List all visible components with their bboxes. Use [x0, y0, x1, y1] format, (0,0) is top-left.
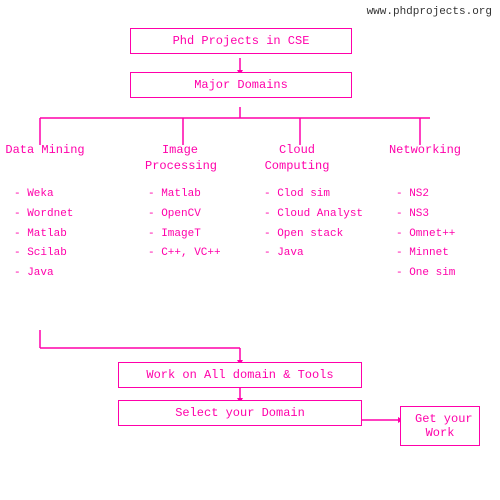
item-cloud-analyst: Cloud Analyst	[264, 205, 363, 225]
sublist-networking: NS2 NS3 Omnet++ Minnet One sim	[396, 185, 455, 284]
item-cpp: C++, VC++	[148, 244, 221, 264]
domain-data-mining: Data Mining	[5, 143, 85, 159]
sublist-image-processing: Matlab OpenCV ImageT C++, VC++	[148, 185, 221, 264]
item-wordnet: Wordnet	[14, 205, 73, 225]
major-domains-box: Major Domains	[130, 72, 352, 98]
item-opencv: OpenCV	[148, 205, 221, 225]
item-scilab: Scilab	[14, 244, 73, 264]
item-clod-sim: Clod sim	[264, 185, 363, 205]
work-box: Work on All domain & Tools	[118, 362, 362, 388]
get-work-box: Get yourWork	[400, 406, 480, 446]
item-minnet: Minnet	[396, 244, 455, 264]
item-omnet: Omnet++	[396, 225, 455, 245]
domain-image-processing: ImageProcessing	[145, 143, 215, 174]
sublist-cloud-computing: Clod sim Cloud Analyst Open stack Java	[264, 185, 363, 264]
item-weka: Weka	[14, 185, 73, 205]
select-domain-box[interactable]: Select your Domain	[118, 400, 362, 426]
item-one-sim: One sim	[396, 264, 455, 284]
item-matlab-dm: Matlab	[14, 225, 73, 245]
website-label: www.phdprojects.org	[367, 6, 492, 18]
item-matlab-ip: Matlab	[148, 185, 221, 205]
item-ns2: NS2	[396, 185, 455, 205]
sublist-data-mining: Weka Wordnet Matlab Scilab Java	[14, 185, 73, 284]
domain-cloud-computing: CloudComputing	[262, 143, 332, 174]
item-open-stack: Open stack	[264, 225, 363, 245]
item-java-cc: Java	[264, 244, 363, 264]
item-java-dm: Java	[14, 264, 73, 284]
domain-networking: Networking	[385, 143, 465, 159]
item-imaget: ImageT	[148, 225, 221, 245]
top-box: Phd Projects in CSE	[130, 28, 352, 54]
item-ns3: NS3	[396, 205, 455, 225]
